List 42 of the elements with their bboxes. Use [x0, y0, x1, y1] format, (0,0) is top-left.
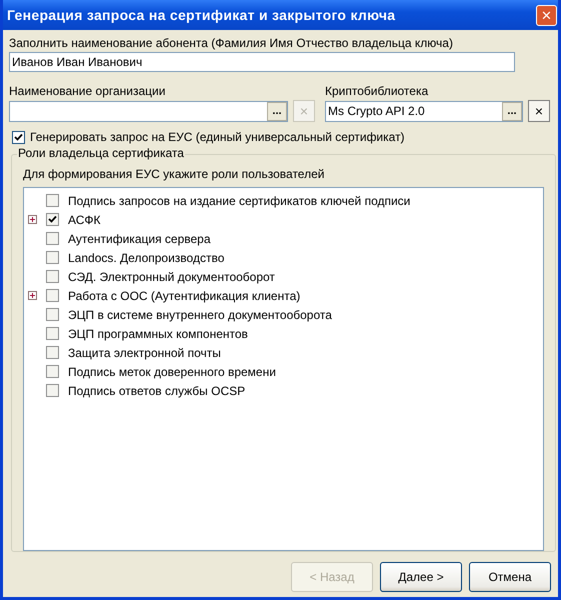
field-label: Наименование организации [9, 84, 166, 98]
role-label: Подпись запросов на издание сертификатов ключей подписи [68, 194, 410, 208]
role-label: Подпись меток доверенного времени [68, 364, 276, 378]
expand-icon[interactable] [28, 291, 37, 300]
close-button[interactable]: × [536, 4, 557, 26]
role-label: АСФК [68, 212, 101, 226]
clear-button[interactable]: × [528, 100, 550, 122]
checkbox[interactable] [46, 213, 59, 226]
role-label: Аутентификация сервера [68, 232, 211, 246]
checkbox[interactable] [46, 251, 59, 264]
role-label: СЭД. Электронный документооборот [68, 270, 275, 284]
group-title: Роли владельца сертификата [17, 146, 185, 160]
expand-icon[interactable] [28, 215, 37, 224]
role-label: Защита электронной почты [68, 346, 221, 360]
browse-button[interactable]: ... [267, 102, 287, 120]
checkbox[interactable] [46, 365, 59, 378]
subscriber-name-field[interactable]: Иванов Иван Иванович [9, 52, 515, 72]
checkbox[interactable] [46, 289, 59, 302]
field-value: Ms Crypto API 2.0 [327, 104, 426, 118]
checkbox[interactable] [46, 346, 59, 359]
checkbox[interactable] [12, 130, 25, 144]
organization-field[interactable]: ... [9, 100, 288, 122]
browse-button[interactable]: ... [502, 102, 522, 120]
checkbox[interactable] [46, 384, 59, 397]
dialog-button[interactable]: Отмена [469, 562, 551, 592]
role-label: Подпись ответов службы OCSP [68, 384, 246, 398]
role-label: ЭЦП в системе внутреннего документооборота [68, 308, 332, 322]
checkbox[interactable] [46, 327, 59, 340]
dialog-button[interactable]: Далее > [380, 562, 462, 592]
checkbox[interactable] [46, 308, 59, 321]
role-label: Landocs. Делопроизводство [68, 250, 224, 264]
role-label: Работа с ООС (Аутентификация клиента) [68, 288, 300, 302]
role-label: ЭЦП программных компонентов [68, 326, 248, 340]
checkbox[interactable] [46, 270, 59, 283]
checkbox[interactable] [46, 232, 59, 245]
checkbox-label: Генерировать запрос на ЕУС (единый универсальный сертификат) [30, 130, 405, 144]
crypto-library-field[interactable]: Ms Crypto API 2.0 ... [325, 100, 523, 122]
field-label: Криптобиблиотека [325, 84, 430, 98]
field-label: Заполнить наименование абонента (Фамилия Имя Отчество владельца ключа) [9, 36, 454, 50]
window-title: Генерация запроса на сертификат и закрытого ключа [7, 6, 396, 25]
roles-hint: Для формирования ЕУС укажите роли пользователей [23, 167, 326, 181]
checkbox[interactable] [46, 194, 59, 207]
